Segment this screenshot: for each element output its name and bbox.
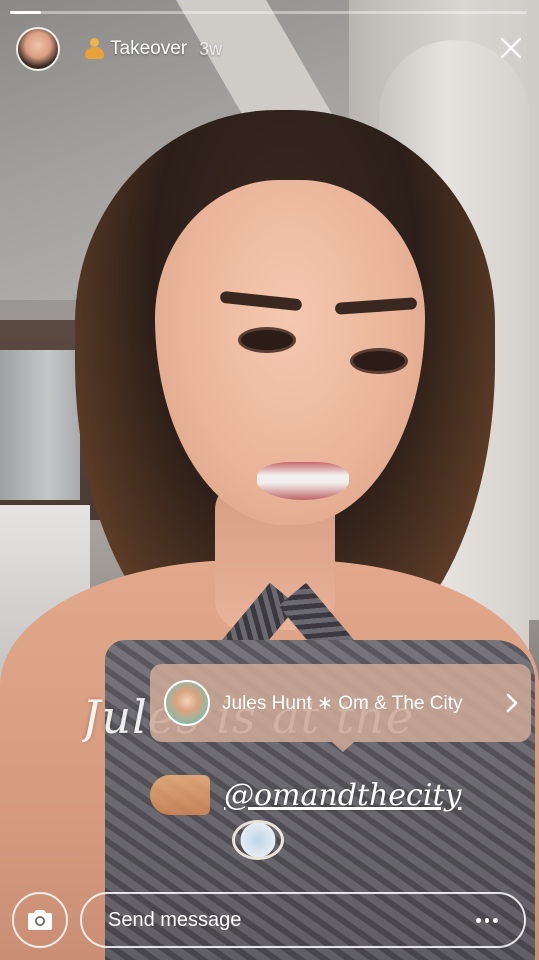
close-button[interactable]	[497, 34, 525, 62]
more-horizontal-icon	[476, 917, 481, 923]
tag-label: Jules Hunt ∗ Om & The City	[222, 692, 463, 714]
background-fridge	[0, 350, 80, 500]
story-header: Takeover 3w	[16, 26, 222, 72]
camera-icon	[28, 910, 52, 930]
pointing-hand-icon	[150, 775, 210, 815]
more-options-button[interactable]	[476, 912, 499, 928]
story-timestamp: 3w	[199, 38, 223, 59]
person-right-eye	[350, 348, 408, 374]
story-title[interactable]: Takeover	[110, 38, 187, 60]
story-progress-fill	[10, 11, 42, 14]
avatar[interactable]	[16, 27, 60, 71]
evil-eye-pendant	[232, 820, 284, 860]
send-message-input[interactable]: Send message	[80, 892, 526, 948]
person-meditating-icon	[84, 38, 104, 60]
mention-sticker[interactable]: @omandthecity	[224, 778, 461, 813]
person-mouth	[257, 462, 349, 500]
camera-button[interactable]	[12, 892, 68, 948]
account-tag-tooltip[interactable]: Jules Hunt ∗ Om & The City	[150, 664, 531, 752]
mention-sticker-row: @omandthecity	[150, 770, 461, 820]
story-viewer[interactable]: Jules is at the @omandthecity Takeover 3…	[0, 0, 539, 960]
tag-avatar	[164, 680, 210, 726]
close-icon	[500, 37, 522, 59]
person-left-eye	[238, 327, 296, 353]
chevron-right-icon	[506, 693, 518, 713]
story-progress-track	[10, 11, 527, 14]
message-placeholder: Send message	[108, 908, 242, 931]
